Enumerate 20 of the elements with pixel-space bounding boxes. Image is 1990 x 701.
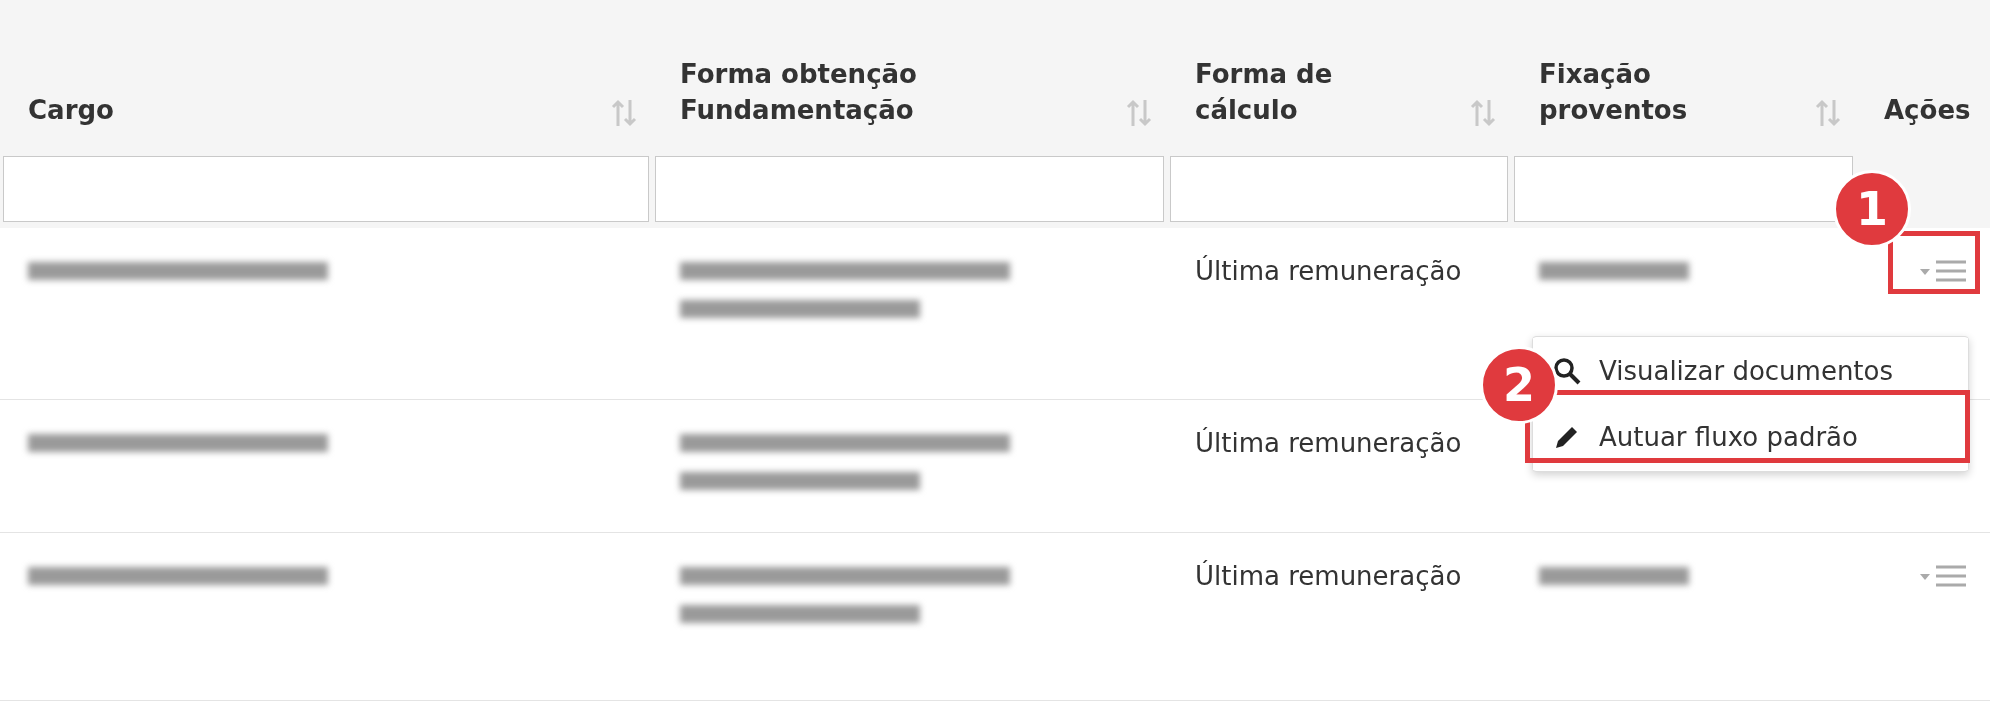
menu-item-label: Autuar fluxo padrão — [1599, 422, 1858, 452]
step-number-tooltip: 2 — [1480, 346, 1558, 424]
sort-icon[interactable] — [1814, 98, 1842, 128]
column-header: Forma obtenção Fundamentação — [680, 58, 917, 127]
column-header: Cargo — [28, 94, 114, 127]
menu-item-label: Visualizar documentos — [1599, 356, 1893, 386]
column-header: Ações — [1884, 94, 1971, 127]
filter-field[interactable] — [655, 156, 1164, 222]
table-cell: Última remuneração — [1195, 256, 1462, 286]
sort-icon[interactable] — [610, 98, 638, 128]
column-header: Fixação proventos — [1539, 58, 1688, 127]
table-cell: Última remuneração — [1195, 561, 1462, 591]
filter-field[interactable] — [1514, 156, 1853, 222]
filter-field[interactable] — [1170, 156, 1508, 222]
filter-field[interactable] — [3, 156, 649, 222]
search-icon — [1553, 357, 1581, 385]
sort-icon[interactable] — [1469, 98, 1497, 128]
column-header: Forma de cálculo — [1195, 58, 1333, 127]
table-cell: Última remuneração — [1195, 428, 1462, 458]
sort-icon[interactable] — [1125, 98, 1153, 128]
